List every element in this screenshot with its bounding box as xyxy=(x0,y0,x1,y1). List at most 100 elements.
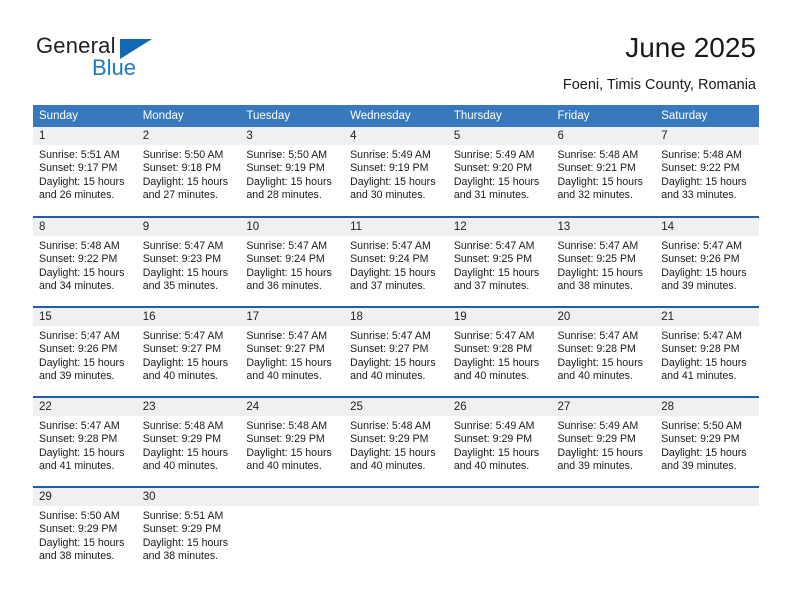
day-cell[interactable]: 10 Sunrise: 5:47 AM Sunset: 9:24 PM Dayl… xyxy=(240,216,345,307)
sunset-text: Sunset: 9:19 PM xyxy=(350,162,429,175)
daylight-text-line2: and 26 minutes. xyxy=(39,189,115,202)
day-details: Sunrise: 5:47 AM Sunset: 9:28 PM Dayligh… xyxy=(447,326,552,384)
weekday-header-sunday: Sunday xyxy=(33,105,137,127)
day-cell[interactable]: 15 Sunrise: 5:47 AM Sunset: 9:26 PM Dayl… xyxy=(33,306,137,397)
day-cell[interactable]: 27 Sunrise: 5:49 AM Sunset: 9:29 PM Dayl… xyxy=(551,396,656,487)
day-cell[interactable]: 8 Sunrise: 5:48 AM Sunset: 9:22 PM Dayli… xyxy=(33,216,137,307)
sunrise-text: Sunrise: 5:48 AM xyxy=(142,420,224,432)
sunrise-text: Sunrise: 5:49 AM xyxy=(557,420,639,432)
sunrise-text: Sunrise: 5:47 AM xyxy=(142,330,224,342)
day-cell[interactable]: 25 Sunrise: 5:48 AM Sunset: 9:29 PM Dayl… xyxy=(344,396,448,487)
sunset-text: Sunset: 9:21 PM xyxy=(557,162,636,175)
daylight-text-line1: Daylight: 15 hours xyxy=(661,175,747,188)
page-header: General Blue June 2025 Foeni, Timis Coun… xyxy=(0,0,792,98)
day-number: 5 xyxy=(447,127,552,145)
day-cell[interactable]: 29 Sunrise: 5:50 AM Sunset: 9:29 PM Dayl… xyxy=(33,486,137,577)
sunrise-text: Sunrise: 5:47 AM xyxy=(246,330,328,342)
sunset-text: Sunset: 9:22 PM xyxy=(39,253,118,266)
day-details: Sunrise: 5:49 AM Sunset: 9:20 PM Dayligh… xyxy=(447,145,552,203)
day-cell[interactable]: 21 Sunrise: 5:47 AM Sunset: 9:28 PM Dayl… xyxy=(655,306,759,397)
day-cell[interactable]: 4 Sunrise: 5:49 AM Sunset: 9:19 PM Dayli… xyxy=(344,127,448,217)
sunrise-text: Sunrise: 5:47 AM xyxy=(661,240,742,252)
sunrise-text: Sunrise: 5:48 AM xyxy=(39,240,120,252)
daylight-text-line2: and 31 minutes. xyxy=(453,189,530,202)
daylight-text-line2: and 40 minutes. xyxy=(142,460,219,473)
sunset-text: Sunset: 9:23 PM xyxy=(142,253,222,266)
day-cell[interactable]: 28 Sunrise: 5:50 AM Sunset: 9:29 PM Dayl… xyxy=(655,396,759,487)
daylight-text-line1: Daylight: 15 hours xyxy=(39,175,125,188)
sunset-text: Sunset: 9:29 PM xyxy=(246,433,325,446)
day-cell[interactable]: 19 Sunrise: 5:47 AM Sunset: 9:28 PM Dayl… xyxy=(447,306,552,397)
daylight-text-line1: Daylight: 15 hours xyxy=(557,356,643,369)
day-cell[interactable]: 9 Sunrise: 5:47 AM Sunset: 9:23 PM Dayli… xyxy=(136,216,241,307)
day-cell[interactable]: 22 Sunrise: 5:47 AM Sunset: 9:28 PM Dayl… xyxy=(33,396,137,487)
day-details: Sunrise: 5:48 AM Sunset: 9:22 PM Dayligh… xyxy=(33,236,137,294)
daylight-text-line2: and 41 minutes. xyxy=(661,370,737,383)
day-cell[interactable]: 3 Sunrise: 5:50 AM Sunset: 9:19 PM Dayli… xyxy=(240,127,345,217)
sunrise-text: Sunrise: 5:48 AM xyxy=(350,420,431,432)
day-details: Sunrise: 5:48 AM Sunset: 9:29 PM Dayligh… xyxy=(136,416,241,474)
sunset-text: Sunset: 9:27 PM xyxy=(246,343,325,356)
sunrise-text: Sunrise: 5:50 AM xyxy=(246,149,328,161)
daylight-text-line2: and 38 minutes. xyxy=(557,280,633,293)
day-details: Sunrise: 5:50 AM Sunset: 9:29 PM Dayligh… xyxy=(33,506,137,564)
daylight-text-line1: Daylight: 15 hours xyxy=(661,446,747,459)
sunrise-text: Sunrise: 5:47 AM xyxy=(142,240,224,252)
day-number xyxy=(344,488,448,506)
day-cell[interactable]: 1 Sunrise: 5:51 AM Sunset: 9:17 PM Dayli… xyxy=(33,127,137,217)
weekday-header-friday: Friday xyxy=(551,105,656,127)
day-details: Sunrise: 5:47 AM Sunset: 9:28 PM Dayligh… xyxy=(33,416,137,474)
day-cell[interactable]: 14 Sunrise: 5:47 AM Sunset: 9:26 PM Dayl… xyxy=(655,216,759,307)
daylight-text-line2: and 38 minutes. xyxy=(142,550,219,563)
day-cell[interactable]: 2 Sunrise: 5:50 AM Sunset: 9:18 PM Dayli… xyxy=(136,127,241,217)
general-blue-logo[interactable]: General Blue xyxy=(36,33,236,83)
day-number: 3 xyxy=(240,127,345,145)
day-number: 29 xyxy=(33,488,137,506)
calendar-week-row: 29 Sunrise: 5:50 AM Sunset: 9:29 PM Dayl… xyxy=(33,486,759,577)
day-cell[interactable]: 26 Sunrise: 5:49 AM Sunset: 9:29 PM Dayl… xyxy=(447,396,552,487)
day-cell[interactable]: 17 Sunrise: 5:47 AM Sunset: 9:27 PM Dayl… xyxy=(240,306,345,397)
day-cell[interactable]: 11 Sunrise: 5:47 AM Sunset: 9:24 PM Dayl… xyxy=(344,216,448,307)
day-cell[interactable]: 24 Sunrise: 5:48 AM Sunset: 9:29 PM Dayl… xyxy=(240,396,345,487)
day-details xyxy=(551,506,656,510)
day-number: 28 xyxy=(655,398,759,416)
day-cell[interactable]: 12 Sunrise: 5:47 AM Sunset: 9:25 PM Dayl… xyxy=(447,216,552,307)
sunrise-text: Sunrise: 5:47 AM xyxy=(453,330,535,342)
daylight-text-line1: Daylight: 15 hours xyxy=(350,446,436,459)
day-cell[interactable]: 7 Sunrise: 5:48 AM Sunset: 9:22 PM Dayli… xyxy=(655,127,759,217)
daylight-text-line1: Daylight: 15 hours xyxy=(246,175,332,188)
day-cell[interactable]: 30 Sunrise: 5:51 AM Sunset: 9:29 PM Dayl… xyxy=(136,486,241,577)
daylight-text-line2: and 39 minutes. xyxy=(661,460,737,473)
sunset-text: Sunset: 9:26 PM xyxy=(39,343,118,356)
day-number: 12 xyxy=(447,218,552,236)
daylight-text-line1: Daylight: 15 hours xyxy=(246,266,332,279)
day-details xyxy=(240,506,345,510)
day-cell[interactable]: 6 Sunrise: 5:48 AM Sunset: 9:21 PM Dayli… xyxy=(551,127,656,217)
daylight-text-line1: Daylight: 15 hours xyxy=(39,266,125,279)
day-cell[interactable]: 16 Sunrise: 5:47 AM Sunset: 9:27 PM Dayl… xyxy=(136,306,241,397)
day-cell[interactable]: 18 Sunrise: 5:47 AM Sunset: 9:27 PM Dayl… xyxy=(344,306,448,397)
sunset-text: Sunset: 9:29 PM xyxy=(661,433,740,446)
sunset-text: Sunset: 9:19 PM xyxy=(246,162,325,175)
day-cell[interactable]: 20 Sunrise: 5:47 AM Sunset: 9:28 PM Dayl… xyxy=(551,306,656,397)
sunrise-text: Sunrise: 5:47 AM xyxy=(350,330,431,342)
daylight-text-line2: and 40 minutes. xyxy=(557,370,633,383)
sunset-text: Sunset: 9:26 PM xyxy=(661,253,740,266)
sunset-text: Sunset: 9:29 PM xyxy=(142,523,222,536)
sunset-text: Sunset: 9:24 PM xyxy=(246,253,325,266)
daylight-text-line1: Daylight: 15 hours xyxy=(453,175,540,188)
day-number: 20 xyxy=(551,308,656,326)
day-number xyxy=(551,488,656,506)
sunrise-text: Sunrise: 5:48 AM xyxy=(661,149,742,161)
daylight-text-line2: and 36 minutes. xyxy=(246,280,322,293)
sunrise-text: Sunrise: 5:50 AM xyxy=(39,510,120,522)
sunrise-text: Sunrise: 5:47 AM xyxy=(453,240,535,252)
day-cell[interactable]: 5 Sunrise: 5:49 AM Sunset: 9:20 PM Dayli… xyxy=(447,127,552,217)
day-cell[interactable]: 23 Sunrise: 5:48 AM Sunset: 9:29 PM Dayl… xyxy=(136,396,241,487)
day-cell[interactable]: 13 Sunrise: 5:47 AM Sunset: 9:25 PM Dayl… xyxy=(551,216,656,307)
weekday-header-wednesday: Wednesday xyxy=(344,105,448,127)
day-details: Sunrise: 5:48 AM Sunset: 9:22 PM Dayligh… xyxy=(655,145,759,203)
day-number: 26 xyxy=(447,398,552,416)
day-details: Sunrise: 5:47 AM Sunset: 9:24 PM Dayligh… xyxy=(240,236,345,294)
sunset-text: Sunset: 9:25 PM xyxy=(453,253,533,266)
